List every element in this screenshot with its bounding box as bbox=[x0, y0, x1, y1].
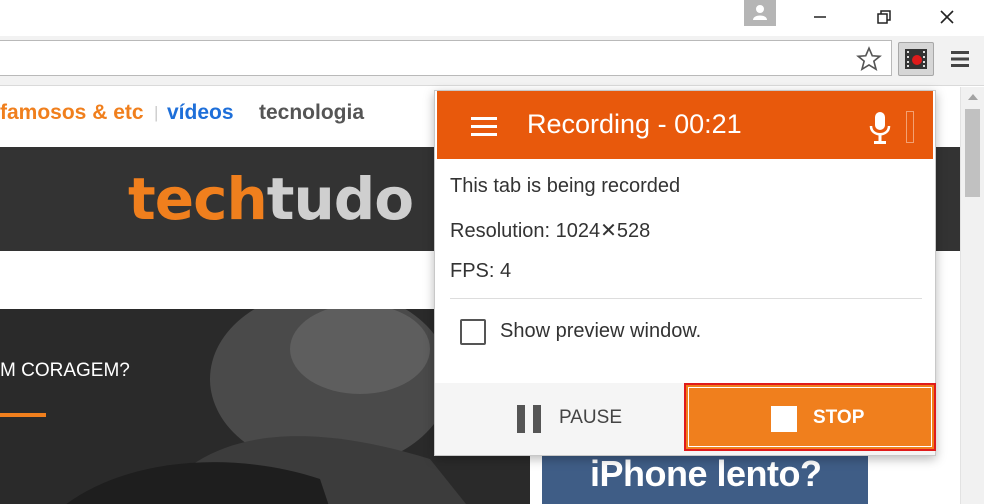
close-icon bbox=[940, 10, 954, 24]
mic-level-meter bbox=[906, 111, 914, 143]
restore-button[interactable] bbox=[867, 4, 901, 30]
user-profile-button[interactable] bbox=[744, 0, 776, 26]
hero-accent-bar bbox=[0, 413, 46, 417]
pause-label: PAUSE bbox=[559, 407, 623, 428]
nav-link-tecnologia[interactable]: tecnologia bbox=[259, 101, 364, 125]
logo-part-tech: tech bbox=[128, 165, 268, 233]
hero-headline: M CORAGEM? bbox=[0, 360, 130, 381]
stop-button-inner: STOP bbox=[688, 387, 932, 447]
pause-icon bbox=[517, 405, 541, 433]
popup-actions: PAUSE STOP bbox=[435, 383, 936, 455]
recording-title: Recording - 00:21 bbox=[527, 109, 742, 139]
fps-text: FPS: 4 bbox=[450, 260, 512, 282]
browser-toolbar bbox=[0, 36, 984, 86]
browser-window: famosos & etc | vídeos tecnologia techtu… bbox=[0, 0, 984, 504]
screen-recorder-icon bbox=[905, 49, 927, 69]
star-icon[interactable] bbox=[856, 46, 882, 72]
nav-link-famosos[interactable]: famosos & etc bbox=[0, 101, 144, 125]
address-bar[interactable] bbox=[0, 40, 892, 76]
resolution-text: Resolution: 1024✕528 bbox=[450, 220, 651, 242]
page-scrollbar[interactable] bbox=[960, 87, 984, 504]
scroll-thumb[interactable] bbox=[965, 109, 980, 197]
pause-button[interactable]: PAUSE bbox=[455, 391, 675, 447]
popup-menu-icon[interactable] bbox=[471, 117, 497, 137]
scroll-up-arrow-icon[interactable] bbox=[967, 93, 979, 101]
logo-part-tudo: tudo bbox=[266, 165, 414, 233]
promo-headline: iPhone lento? bbox=[590, 453, 822, 494]
minimize-icon bbox=[814, 16, 826, 18]
recording-status-text: This tab is being recorded bbox=[450, 175, 681, 197]
user-icon bbox=[753, 5, 767, 20]
site-logo[interactable]: techtudo bbox=[128, 165, 414, 233]
browser-menu-icon[interactable] bbox=[948, 48, 972, 70]
microphone-icon[interactable] bbox=[869, 111, 891, 145]
recorder-popup: Recording - 00:21 This tab is being reco… bbox=[434, 90, 936, 456]
nav-link-videos[interactable]: vídeos bbox=[167, 101, 234, 125]
title-bar bbox=[0, 0, 984, 36]
minimize-button[interactable] bbox=[803, 4, 837, 30]
show-preview-checkbox[interactable] bbox=[460, 319, 486, 345]
close-button[interactable] bbox=[930, 4, 964, 30]
nav-separator: | bbox=[154, 103, 159, 122]
stop-icon bbox=[771, 406, 797, 432]
popup-header: Recording - 00:21 bbox=[437, 91, 933, 159]
stop-button[interactable]: STOP bbox=[684, 383, 936, 451]
screen-recorder-extension-button[interactable] bbox=[898, 42, 934, 76]
restore-icon bbox=[877, 10, 891, 24]
divider bbox=[450, 298, 922, 299]
show-preview-label[interactable]: Show preview window. bbox=[500, 320, 701, 343]
stop-label: STOP bbox=[813, 407, 865, 428]
